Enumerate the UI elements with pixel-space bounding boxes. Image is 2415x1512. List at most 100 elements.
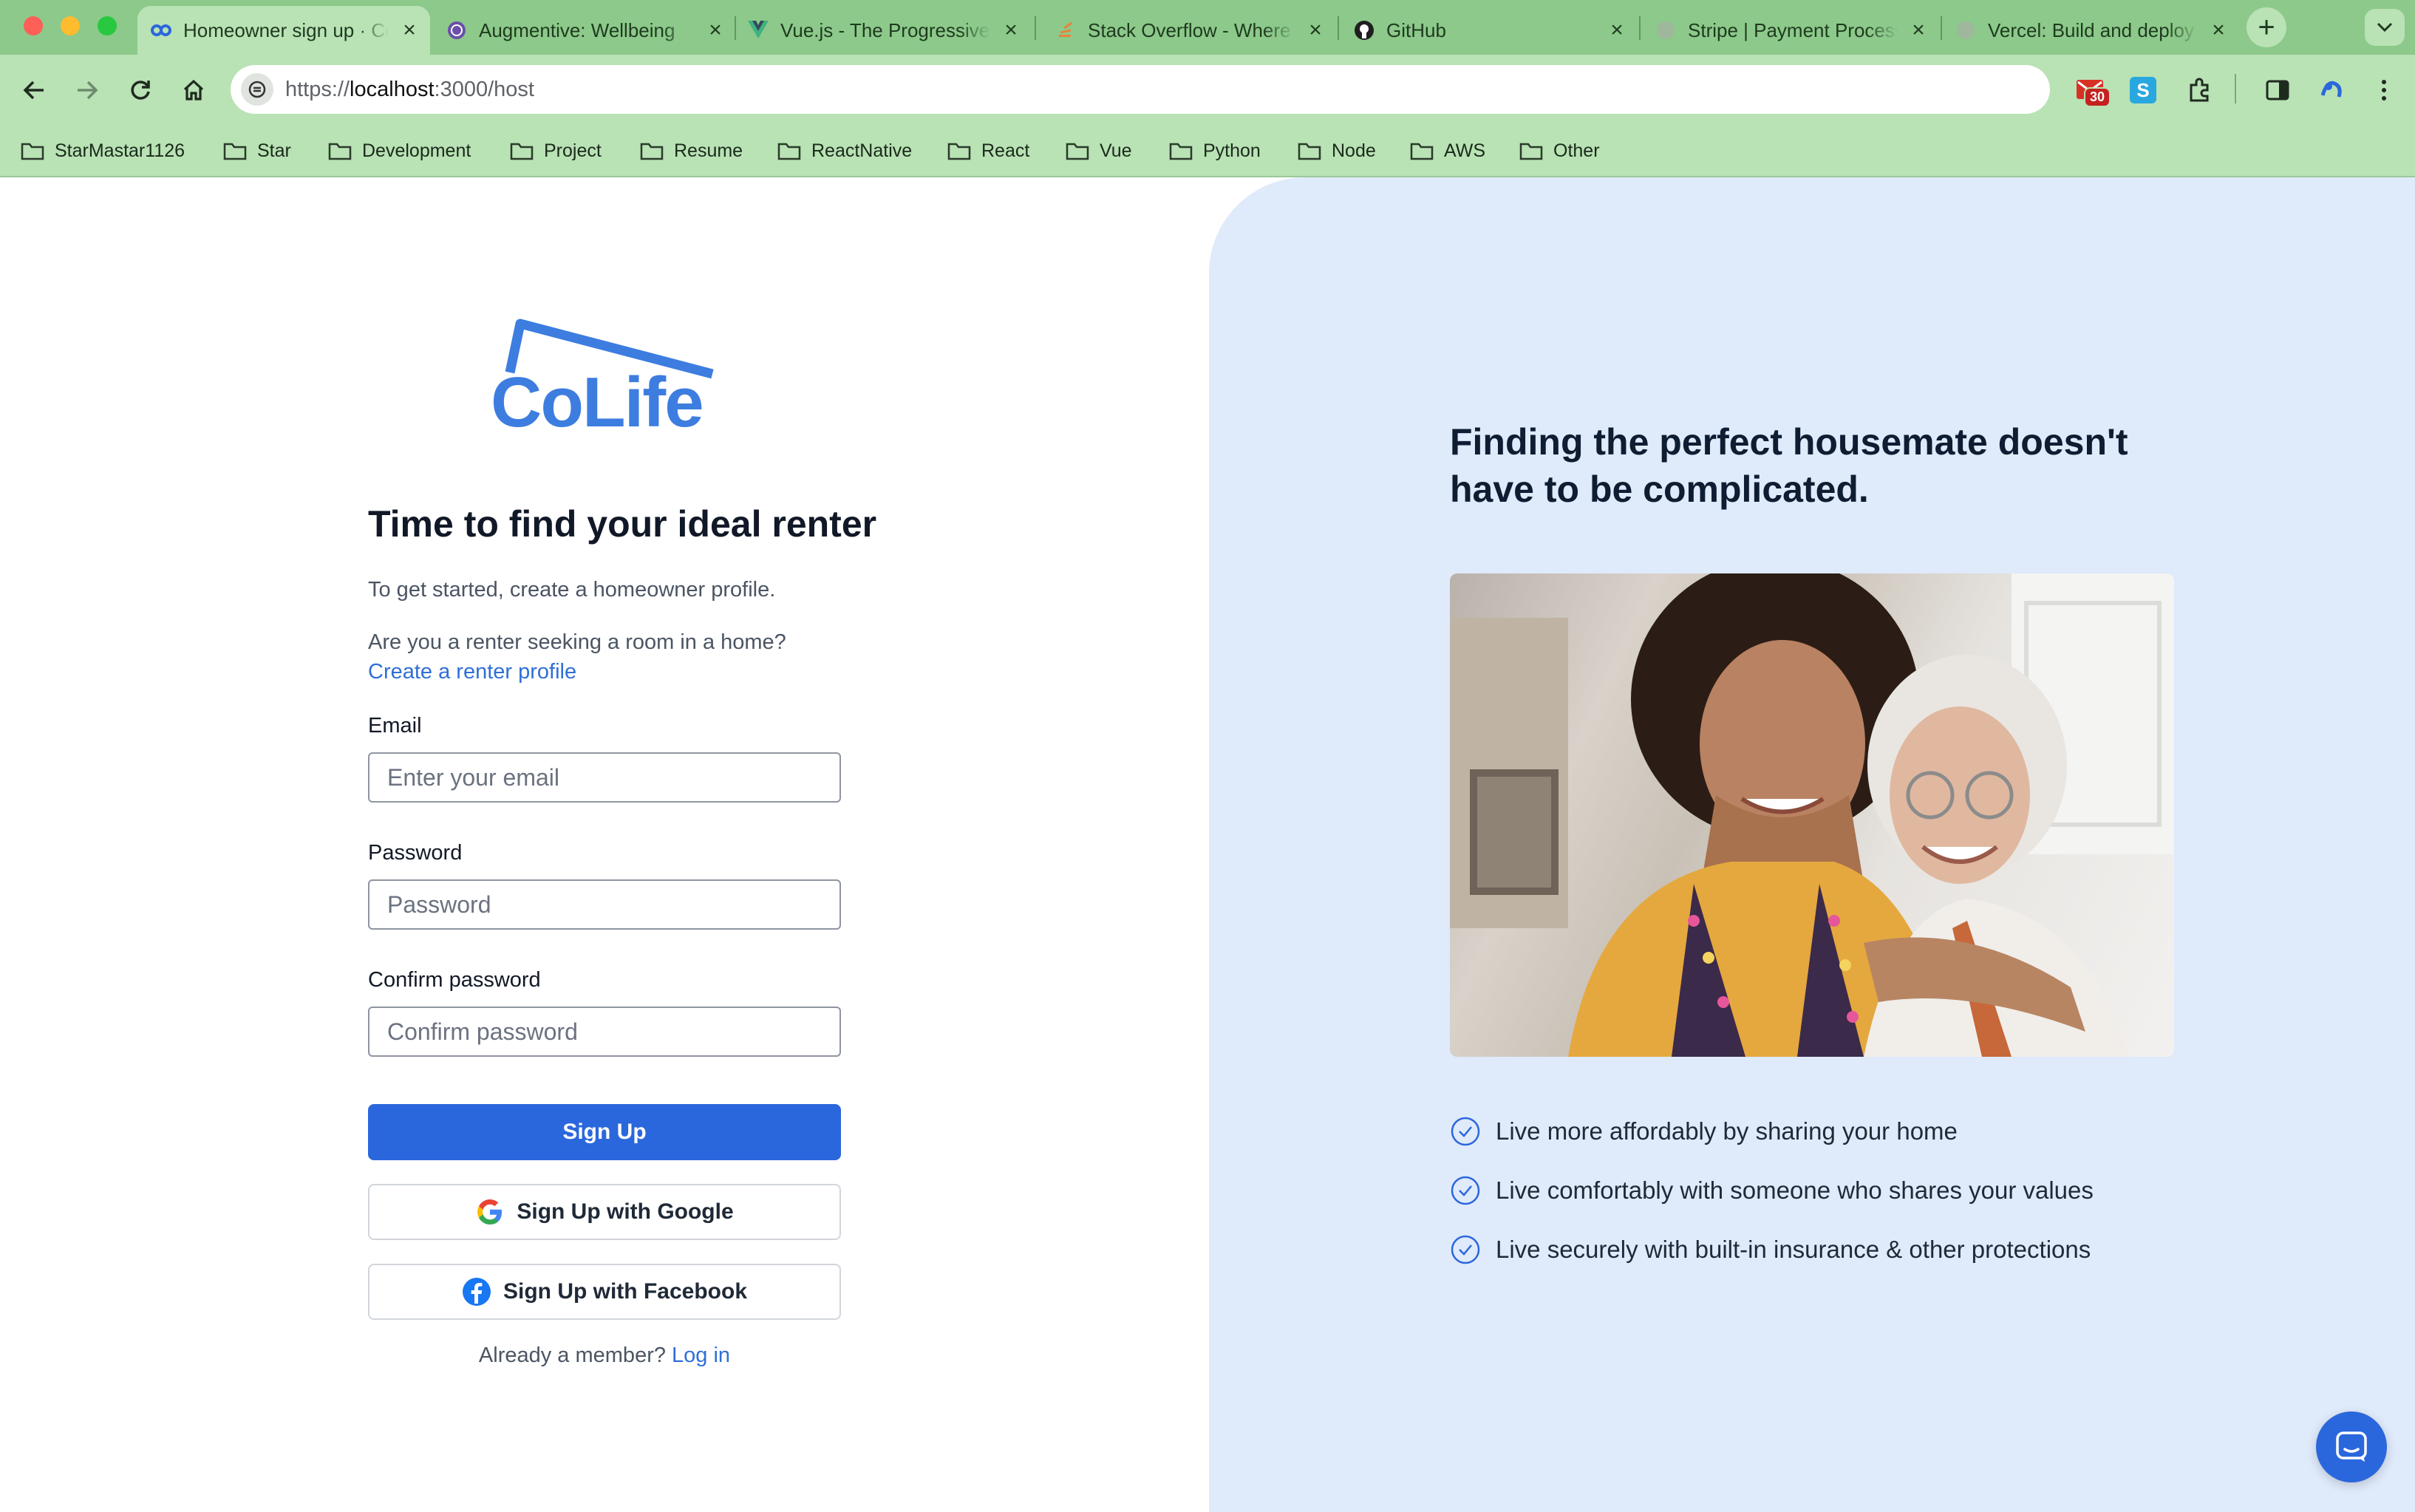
colife-logo: CoLife [489, 313, 718, 442]
tab-separator [1035, 16, 1036, 40]
password-label: Password [368, 841, 463, 865]
back-arrow-icon [23, 81, 44, 100]
bookmark-folder[interactable]: ReactNative [777, 129, 912, 173]
bookmark-folder[interactable]: Vue [1066, 129, 1132, 173]
home-icon [183, 79, 204, 101]
feature-text: Live securely with built-in insurance & … [1496, 1236, 2091, 1263]
tab-title: Stripe | Payment Processing [1688, 18, 1898, 41]
close-tab-icon[interactable]: × [1001, 18, 1021, 42]
subtitle: To get started, create a homeowner profi… [368, 578, 776, 602]
sign-up-google-button[interactable]: Sign Up with Google [368, 1184, 841, 1240]
folder-icon [223, 143, 247, 160]
folder-icon [1298, 143, 1321, 160]
site-info-icon[interactable] [241, 73, 273, 106]
forward-button[interactable] [67, 69, 108, 111]
tab-search-button[interactable] [2365, 9, 2405, 46]
check-circle-icon [1451, 1117, 1480, 1146]
new-tab-button[interactable]: + [2247, 7, 2286, 47]
close-tab-icon[interactable]: × [2208, 18, 2229, 42]
log-in-link[interactable]: Log in [672, 1344, 730, 1367]
bookmark-folder[interactable]: Development [328, 129, 471, 173]
url-text: https://localhost:3000/host [285, 77, 534, 101]
tab-title: Stack Overflow - Where [1088, 18, 1291, 41]
bookmark-folder[interactable]: Other [1519, 129, 1600, 173]
vue-favicon-icon [748, 20, 769, 41]
tab-stripe[interactable]: Stripe | Payment Processing × [1655, 6, 1929, 55]
maximize-window-button[interactable] [98, 16, 117, 35]
email-field[interactable] [368, 752, 841, 803]
close-tab-icon[interactable]: × [1908, 18, 1929, 42]
vercel-favicon-icon [1955, 20, 1976, 41]
tab-title: Augmentive: Wellbeing [479, 18, 675, 41]
tab-stackoverflow[interactable]: Stack Overflow - Where × [1055, 6, 1326, 55]
google-icon [475, 1197, 505, 1227]
stripe-favicon-icon [1655, 20, 1676, 41]
feature-text: Live comfortably with someone who shares… [1496, 1176, 2094, 1204]
close-tab-icon[interactable]: × [705, 18, 726, 42]
folder-icon [1519, 143, 1543, 160]
bookmark-folder[interactable]: Python [1169, 129, 1261, 173]
sign-up-label: Sign Up [562, 1120, 647, 1144]
tab-augmentive[interactable]: Augmentive: Wellbeing × [446, 6, 726, 55]
feature-item: Live more affordably by sharing your hom… [1450, 1116, 1958, 1147]
forward-arrow-icon [78, 81, 98, 100]
colife-favicon-icon [151, 20, 171, 41]
sign-up-facebook-button[interactable]: Sign Up with Facebook [368, 1264, 841, 1320]
folder-icon [640, 143, 664, 160]
login-prompt: Already a member? Log in [368, 1344, 841, 1368]
bookmark-folder[interactable]: Resume [640, 129, 743, 173]
page-title: Time to find your ideal renter [368, 503, 877, 545]
bookmark-folder[interactable]: React [947, 129, 1029, 173]
folder-icon [777, 143, 801, 160]
member-text: Already a member? [478, 1344, 666, 1367]
bookmark-folder[interactable]: AWS [1410, 129, 1485, 173]
tab-title: GitHub [1386, 18, 1446, 41]
tab-vue[interactable]: Vue.js - The Progressive × [748, 6, 1021, 55]
close-window-button[interactable] [24, 16, 43, 35]
folder-icon [947, 143, 971, 160]
password-field[interactable] [368, 879, 841, 930]
menu-kebab-icon[interactable] [2369, 74, 2399, 106]
confirm-password-field[interactable] [368, 1007, 841, 1057]
tab-homeowner-signup[interactable]: Homeowner sign up · CoLife × [137, 6, 430, 55]
tab-vercel[interactable]: Vercel: Build and deploy × [1955, 6, 2229, 55]
extensions-puzzle-icon[interactable] [2183, 74, 2215, 106]
bookmark-folder[interactable]: Project [510, 129, 602, 173]
logo-text: CoLife [491, 363, 704, 442]
tab-title: Vercel: Build and deploy [1988, 18, 2194, 41]
notification-badge: 30 [2084, 87, 2111, 107]
reload-button[interactable] [120, 69, 161, 111]
address-bar[interactable]: https://localhost:3000/host [231, 65, 2050, 114]
folder-icon [21, 143, 44, 160]
facebook-button-label: Sign Up with Facebook [503, 1279, 747, 1304]
check-circle-icon [1451, 1235, 1480, 1264]
augmentive-favicon-icon [446, 20, 467, 41]
email-label: Email [368, 714, 422, 738]
tab-github[interactable]: GitHub × [1354, 6, 1627, 55]
side-panel-icon[interactable] [2261, 74, 2294, 106]
close-tab-icon[interactable]: × [1305, 18, 1326, 42]
bookmark-folder[interactable]: StarMastar1126 [21, 129, 185, 173]
confirm-password-label: Confirm password [368, 968, 541, 992]
s-extension-icon[interactable]: S [2130, 77, 2156, 103]
profile-avatar-icon[interactable] [2314, 72, 2348, 106]
feature-item: Live comfortably with someone who shares… [1450, 1175, 2094, 1206]
chat-icon [2336, 1431, 2367, 1462]
bookmark-folder[interactable]: Star [223, 129, 291, 173]
home-button[interactable] [173, 69, 214, 111]
sign-up-button[interactable]: Sign Up [368, 1104, 841, 1160]
create-renter-profile-link[interactable]: Create a renter profile [368, 660, 576, 684]
tab-separator [1639, 16, 1641, 40]
github-favicon-icon [1354, 20, 1375, 41]
folder-icon [510, 143, 534, 160]
minimize-window-button[interactable] [61, 16, 80, 35]
check-circle-icon [1451, 1176, 1480, 1205]
housemates-photo [1450, 573, 2174, 1057]
back-button[interactable] [13, 69, 55, 111]
close-tab-icon[interactable]: × [399, 18, 420, 42]
chat-launcher-button[interactable] [2316, 1411, 2387, 1482]
gmail-extension-icon[interactable]: 30 [2075, 75, 2111, 107]
bookmark-folder[interactable]: Node [1298, 129, 1376, 173]
tab-separator [1941, 16, 1942, 40]
close-tab-icon[interactable]: × [1607, 18, 1627, 42]
